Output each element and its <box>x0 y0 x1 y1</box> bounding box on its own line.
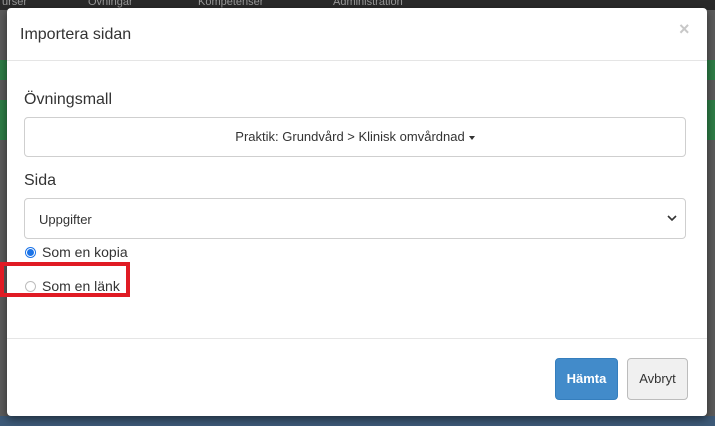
nav-item-exercises: Övningar <box>88 0 133 8</box>
fetch-button[interactable]: Hämta <box>555 358 618 400</box>
cancel-button[interactable]: Avbryt <box>627 358 688 400</box>
template-dropdown-value: Praktik: Grundvård > Klinisk omvårdnad <box>235 129 465 144</box>
nav-item-administration: Administration <box>333 0 403 8</box>
template-dropdown[interactable]: Praktik: Grundvård > Klinisk omvårdnad <box>24 117 686 157</box>
nav-item-competences: Kompetenser <box>198 0 264 8</box>
radio-button-checked[interactable] <box>25 246 36 258</box>
modal-header: Importera sidan × <box>7 8 707 61</box>
caret-down-icon <box>468 135 475 140</box>
background-footer <box>0 416 715 426</box>
import-page-modal: Importera sidan × Övningsmall Praktik: G… <box>7 8 707 416</box>
page-label: Sida <box>24 172 57 189</box>
modal-footer-divider <box>7 338 707 339</box>
page-select-value: Uppgifter <box>39 212 92 227</box>
radio-as-copy[interactable]: Som en kopia <box>25 244 128 260</box>
background-strip <box>707 100 715 140</box>
close-icon[interactable]: × <box>679 20 690 38</box>
template-label: Övningsmall <box>24 91 113 108</box>
page-select[interactable]: Uppgifter <box>24 198 686 239</box>
radio-label-copy: Som en kopia <box>42 244 128 260</box>
modal-title: Importera sidan <box>20 26 132 43</box>
chevron-down-icon <box>667 215 677 222</box>
nav-item-courses: urser <box>2 0 28 8</box>
highlight-box <box>0 262 130 297</box>
background-strip <box>707 60 715 80</box>
